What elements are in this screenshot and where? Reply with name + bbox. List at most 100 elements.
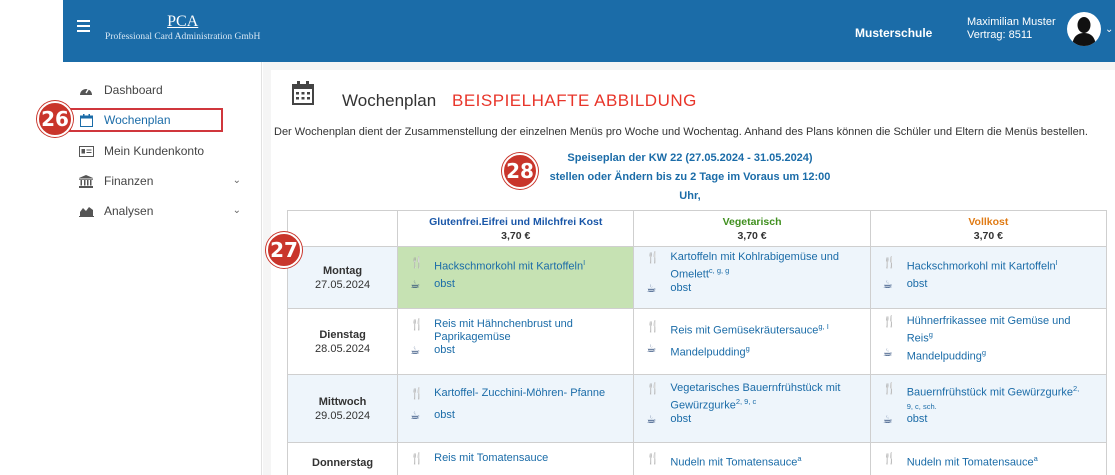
dessert: ☕ obst xyxy=(410,278,625,300)
column-header-glutenfrei: Glutenfrei.Eifrei und Milchfrei Kost 3,7… xyxy=(397,210,635,247)
example-watermark: BEISPIELHAFTE ABBILDUNG xyxy=(452,91,697,110)
dish-name: Kartoffeln mit Kohlrabigemüse und Omelet… xyxy=(670,251,839,281)
fork-knife-icon: 🍴 xyxy=(882,452,897,465)
user-info[interactable]: Maximilian Muster Vertrag: 8511 xyxy=(967,16,1056,42)
allergen-codes: g xyxy=(745,343,750,353)
column-header-vollkost: Vollkost 3,70 € xyxy=(869,210,1108,247)
school-name[interactable]: Musterschule xyxy=(855,26,932,40)
main-dish: 🍴 Kartoffel- Zucchini-Möhren- Pfanne xyxy=(410,387,625,409)
menu-cell[interactable]: 🍴 Vegetarisches Bauernfrühstück mit Gewür… xyxy=(633,374,871,443)
fork-knife-icon: 🍴 xyxy=(646,383,661,396)
menu-plan-table: Glutenfrei.Eifrei und Milchfrei Kost 3,7… xyxy=(286,210,1108,475)
allergen-codes: a xyxy=(797,453,802,463)
dish-name: Reis mit Hähnchenbrust und Paprikagemüse xyxy=(434,317,573,343)
sidebar-item-finanzen[interactable]: Finanzen ⌄ xyxy=(71,169,253,193)
column-price: 3,70 € xyxy=(501,229,531,242)
top-bar: PCA Professional Card Administration Gmb… xyxy=(63,0,1115,62)
main-dish: 🍴 Kartoffeln mit Kohlrabigemüse und Omele… xyxy=(646,251,861,282)
dish-name: Kartoffel- Zucchini-Möhren- Pfanne xyxy=(434,386,606,399)
cup-icon: ☕ xyxy=(882,278,893,291)
allergen-codes: g xyxy=(928,330,933,340)
sidebar-item-wochenplan[interactable]: Wochenplan xyxy=(69,108,223,132)
column-name: Vollkost xyxy=(968,215,1009,228)
allergen-codes-extra: 9, c, sch. xyxy=(906,401,937,411)
bank-icon xyxy=(78,174,94,188)
menu-cell[interactable]: 🍴 Reis mit Hähnchenbrust und Paprikagemüs… xyxy=(397,308,635,375)
dish-name: Nudeln mit Tomatensauce xyxy=(906,456,1034,469)
cup-icon: ☕ xyxy=(410,278,420,291)
dish-name: Bauernfrühstück mit Gewürzgurke xyxy=(906,386,1073,399)
menu-cell[interactable]: 🍴 Reis mit Tomatensauce xyxy=(397,442,635,475)
plan-title: Speiseplan der KW 22 (27.05.2024 - 31.05… xyxy=(567,152,813,164)
day-date: 29.05.2024 xyxy=(315,409,371,422)
fork-knife-icon: 🍴 xyxy=(882,383,897,396)
menu-cell[interactable]: 🍴 Kartoffeln mit Kohlrabigemüse und Omele… xyxy=(633,246,871,309)
menu-cell-selected[interactable]: 🍴 Hackschmorkohl mit KartoffelnI ☕ obst xyxy=(397,246,635,309)
dish-name: Hackschmorkohl mit Kartoffeln xyxy=(906,260,1056,273)
page-description: Der Wochenplan dient der Zusammenstellun… xyxy=(274,126,1088,138)
user-silhouette-icon xyxy=(1072,17,1096,46)
day-date: 27.05.2024 xyxy=(315,278,371,291)
menu-cell[interactable]: 🍴 Reis mit Gemüsekräutersauceg, I ☕ Mandel… xyxy=(633,308,871,375)
dessert-name: obst xyxy=(906,412,928,425)
sidebar-item-dashboard[interactable]: Dashboard xyxy=(71,78,253,102)
menu-cell[interactable]: 🍴 Hackschmorkohl mit KartoffelnI ☕ obst xyxy=(869,246,1108,309)
menu-cell[interactable]: 🍴 Nudeln mit Tomatensaucea xyxy=(633,442,871,475)
fork-knife-icon: 🍴 xyxy=(410,452,424,465)
column-price: 3,70 € xyxy=(973,229,1003,242)
cup-icon: ☕ xyxy=(646,413,657,426)
dashboard-icon xyxy=(78,83,94,97)
logo[interactable]: PCA Professional Card Administration Gmb… xyxy=(105,13,260,42)
dessert-name: obst xyxy=(434,343,455,356)
user-name: Maximilian Muster xyxy=(967,16,1056,28)
allergen-codes: I xyxy=(1055,257,1058,267)
dessert-name: Mandelpudding xyxy=(670,346,746,359)
allergen-codes: 2, xyxy=(1072,384,1080,394)
table-row: Dienstag 28.05.2024 🍴 Reis mit Hähnchenbr… xyxy=(286,308,1108,375)
sidebar-item-label: Dashboard xyxy=(104,83,163,97)
fork-knife-icon: 🍴 xyxy=(646,452,661,465)
menu-cell[interactable]: 🍴 Kartoffel- Zucchini-Möhren- Pfanne ☕ obs… xyxy=(397,374,635,443)
allergen-codes: g xyxy=(981,347,987,357)
main-dish: 🍴 Bauernfrühstück mit Gewürzgurke2, 9, c, … xyxy=(883,382,1098,413)
sidebar-item-analysen[interactable]: Analysen ⌄ xyxy=(71,199,253,223)
main-dish: 🍴 Nudeln mit Tomatensaucea xyxy=(883,452,1098,474)
page-title: Wochenplan xyxy=(342,91,437,110)
annotation-badge-26: 26 xyxy=(37,101,73,137)
table-corner xyxy=(286,210,399,247)
menu-cell[interactable]: 🍴 Bauernfrühstück mit Gewürzgurke2, 9, c, … xyxy=(869,374,1108,443)
dessert-name: obst xyxy=(434,277,455,290)
calendar-icon xyxy=(78,113,94,127)
dish-name: Hackschmorkohl mit Kartoffeln xyxy=(434,260,584,273)
sidebar-item-label: Wochenplan xyxy=(104,113,171,127)
calendar-icon xyxy=(292,81,314,105)
cup-icon: ☕ xyxy=(410,409,420,422)
column-name: Vegetarisch xyxy=(722,215,782,228)
day-cell: Montag 27.05.2024 xyxy=(286,246,399,309)
fork-knife-icon: 🍴 xyxy=(882,316,897,329)
menu-icon[interactable] xyxy=(77,20,90,32)
allergen-codes: c, g, g xyxy=(708,266,730,276)
sidebar-item-label: Finanzen xyxy=(104,174,154,188)
day-cell: Dienstag 28.05.2024 xyxy=(286,308,399,375)
allergen-codes: a xyxy=(1033,453,1038,463)
chevron-down-icon: ⌄ xyxy=(232,175,241,186)
sidebar-item-kundenkonto[interactable]: Mein Kundenkonto xyxy=(71,139,253,163)
dessert: ☕ obst xyxy=(410,344,625,366)
allergen-codes: 2, 9, c xyxy=(735,397,757,407)
main-dish: 🍴 Hackschmorkohl mit KartoffelnI xyxy=(883,256,1098,278)
cup-icon: ☕ xyxy=(646,342,657,355)
column-name: Glutenfrei.Eifrei und Milchfrei Kost xyxy=(429,215,603,228)
dish-name: Reis mit Gemüsekräutersauce xyxy=(670,324,819,337)
menu-cell[interactable]: 🍴 Nudeln mit Tomatensaucea xyxy=(869,442,1108,475)
menu-cell[interactable]: 🍴 Hühnerfrikassee mit Gemüse und Reisg ☕ M… xyxy=(869,308,1108,375)
avatar[interactable] xyxy=(1067,12,1101,46)
dessert: ☕ obst xyxy=(646,282,861,304)
cup-icon: ☕ xyxy=(882,413,893,426)
cup-icon: ☕ xyxy=(646,282,657,295)
column-price: 3,70 € xyxy=(737,229,767,242)
dessert-name: obst xyxy=(670,281,692,294)
chevron-down-icon[interactable]: ⌄ xyxy=(1105,24,1113,35)
annotation-badge-27: 27 xyxy=(266,232,302,268)
main-dish: 🍴 Hühnerfrikassee mit Gemüse und Reisg xyxy=(883,315,1098,346)
